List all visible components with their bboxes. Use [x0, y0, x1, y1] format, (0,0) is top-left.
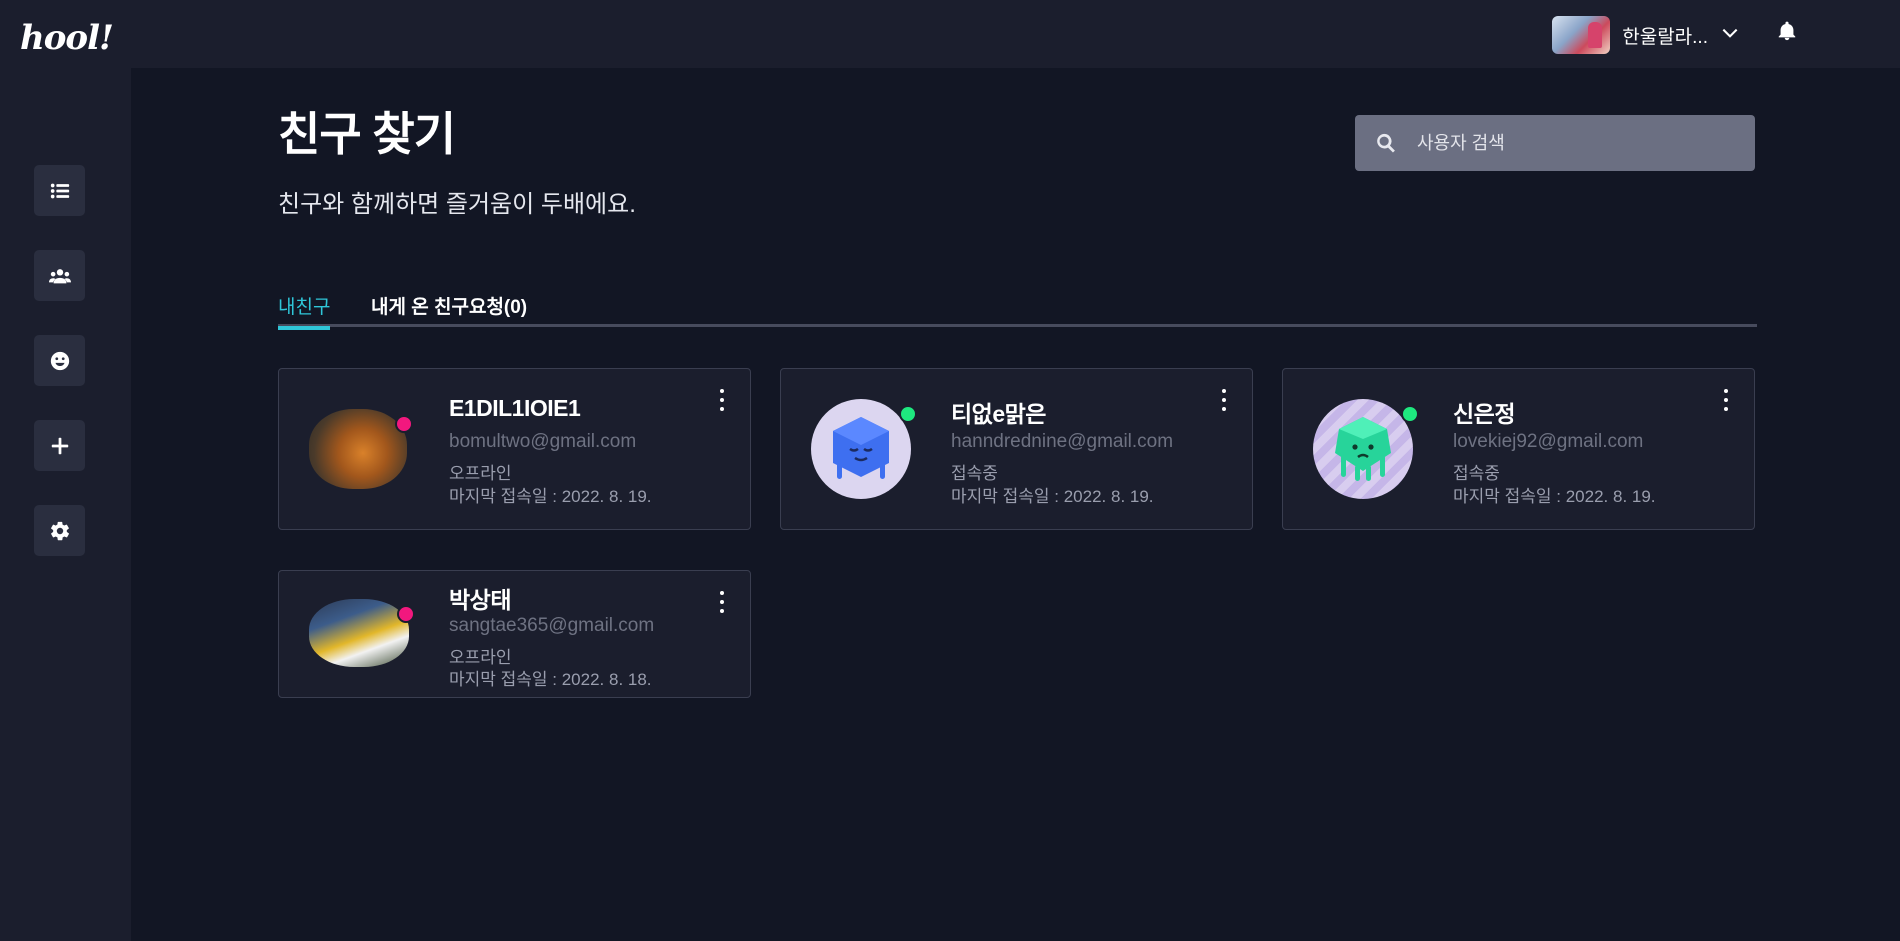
more-options-button[interactable] [716, 389, 728, 411]
tab-my-friends[interactable]: 내친구 [278, 292, 331, 330]
sidebar-item-settings[interactable] [34, 505, 85, 556]
online-status-dot [1401, 405, 1419, 423]
friend-avatar [309, 409, 413, 489]
friend-name: E1DIL1IOIE1 [449, 395, 581, 421]
online-status-dot [899, 405, 917, 423]
page-title: 친구 찾기 [278, 108, 456, 160]
plus-icon [51, 437, 68, 454]
friend-email: lovekiej92@gmail.com [1453, 431, 1644, 452]
page-subtitle: 친구와 함께하면 즐거움이 두배에요. [278, 191, 636, 218]
user-avatar [1552, 16, 1611, 54]
list-icon [50, 183, 69, 198]
friend-status: 접속중 [951, 464, 998, 483]
friend-name: 박상태 [449, 587, 511, 613]
friend-email: bomultwo@gmail.com [449, 431, 637, 452]
offline-status-dot [395, 415, 413, 433]
smile-icon [50, 351, 69, 370]
friend-status: 접속중 [1453, 464, 1500, 483]
search-input[interactable] [1417, 132, 1737, 154]
more-options-button[interactable] [716, 591, 728, 613]
green-gem-character-icon [1335, 417, 1391, 481]
friend-name: 신은정 [1453, 401, 1515, 427]
friend-avatar [309, 599, 415, 667]
friend-email: hanndrednine@gmail.com [951, 431, 1174, 452]
user-name: 한울랄라... [1622, 26, 1708, 48]
friend-email: sangtae365@gmail.com [449, 615, 655, 636]
notification-button[interactable] [1776, 20, 1802, 46]
friend-card[interactable]: 신은정 lovekiej92@gmail.com 접속중 마지막 접속일 : 2… [1282, 368, 1755, 530]
tab-friend-requests[interactable]: 내게 온 친구요청(0) [371, 292, 527, 323]
chevron-down-icon [1720, 23, 1740, 47]
search-icon [1377, 133, 1395, 153]
friend-card[interactable]: 티없e맑은 hanndrednine@gmail.com 접속중 마지막 접속일… [780, 368, 1253, 530]
friend-tabs: 내친구 내게 온 친구요청(0) [278, 292, 1757, 330]
friend-last-seen: 마지막 접속일 : 2022. 8. 19. [951, 487, 1154, 506]
user-menu[interactable]: 한울랄라... [1552, 16, 1740, 54]
sidebar-item-friends[interactable] [34, 250, 85, 301]
blue-cube-character-icon [833, 417, 889, 479]
sidebar-item-list[interactable] [34, 165, 85, 216]
friend-avatar [1313, 399, 1419, 499]
user-search[interactable] [1355, 115, 1755, 171]
sidebar: hool! [0, 0, 131, 941]
app-logo[interactable]: hool! [20, 18, 114, 58]
friend-card[interactable]: E1DIL1IOIE1 bomultwo@gmail.com 오프라인 마지막 … [278, 368, 751, 530]
friend-last-seen: 마지막 접속일 : 2022. 8. 18. [449, 670, 652, 689]
more-options-button[interactable] [1218, 389, 1230, 411]
friend-last-seen: 마지막 접속일 : 2022. 8. 19. [449, 487, 652, 506]
gear-icon [50, 521, 69, 540]
sidebar-item-emoji[interactable] [34, 335, 85, 386]
bell-icon [1778, 21, 1796, 41]
more-options-button[interactable] [1720, 389, 1732, 411]
offline-status-dot [397, 605, 415, 623]
sidebar-item-add[interactable] [34, 420, 85, 471]
top-bar: 한울랄라... [131, 0, 1900, 68]
users-icon [48, 268, 71, 283]
friend-status: 오프라인 [449, 464, 512, 483]
friend-last-seen: 마지막 접속일 : 2022. 8. 19. [1453, 487, 1656, 506]
friend-name: 티없e맑은 [951, 401, 1046, 427]
friend-card[interactable]: 박상태 sangtae365@gmail.com 오프라인 마지막 접속일 : … [278, 570, 751, 698]
friend-avatar [811, 399, 917, 499]
